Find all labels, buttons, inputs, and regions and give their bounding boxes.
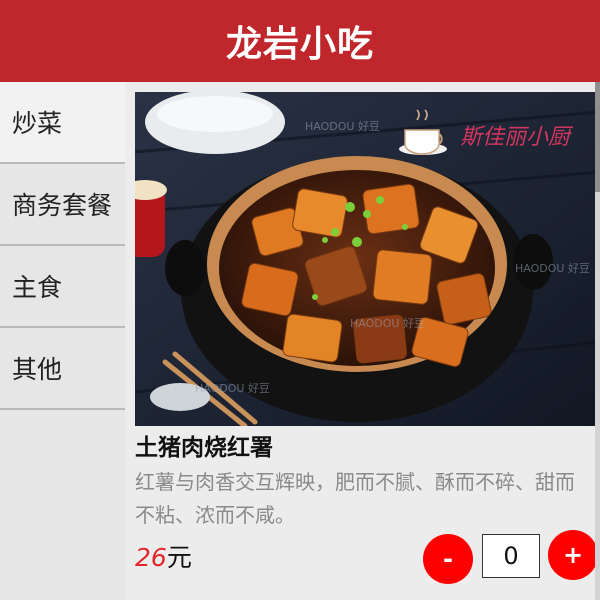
plus-icon: + — [562, 541, 584, 569]
dish-photo-image: 斯佳丽小厨 HAODOU 好豆 HAODOU 好豆 HAODOU 好豆 HAOD… — [135, 92, 600, 426]
dish-price: 26元 — [135, 538, 192, 574]
sidebar-item-stir-fry[interactable]: 炒菜 — [0, 82, 125, 164]
category-sidebar: 炒菜 商务套餐 主食 其他 — [0, 82, 125, 600]
minus-icon: - — [443, 545, 453, 573]
dish-list: 斯佳丽小厨 HAODOU 好豆 HAODOU 好豆 HAODOU 好豆 HAOD… — [125, 82, 600, 600]
photo-watermark: HAODOU 好豆 — [195, 381, 270, 395]
increase-quantity-button[interactable]: + — [548, 530, 598, 580]
scrollbar[interactable] — [595, 82, 600, 600]
sidebar-item-staple[interactable]: 主食 — [0, 246, 125, 328]
dish-description: 红薯与肉香交互辉映，肥而不腻、酥而不碎、甜而不粘、浓而不咸。 — [135, 470, 575, 527]
sidebar-item-other[interactable]: 其他 — [0, 328, 125, 410]
quantity-input[interactable] — [482, 534, 540, 578]
decrease-quantity-button[interactable]: - — [423, 534, 473, 584]
page-title: 龙岩小吃 — [225, 24, 374, 65]
photo-logo-text: 斯佳丽小厨 — [460, 125, 574, 150]
scrollbar-thumb[interactable] — [595, 82, 600, 192]
dish-name: 土猪肉烧红署 — [135, 435, 273, 461]
photo-watermark: HAODOU 好豆 — [350, 316, 425, 330]
sidebar-item-business-set[interactable]: 商务套餐 — [0, 164, 125, 246]
sidebar-item-label: 其他 — [12, 355, 63, 384]
price-unit: 元 — [166, 543, 192, 572]
sidebar-item-label: 炒菜 — [12, 109, 63, 138]
app-header: 龙岩小吃 — [0, 0, 600, 82]
price-value: 26 — [135, 543, 167, 572]
photo-watermark: HAODOU 好豆 — [305, 119, 380, 133]
dish-photo: 斯佳丽小厨 HAODOU 好豆 HAODOU 好豆 HAODOU 好豆 HAOD… — [135, 92, 600, 426]
sidebar-item-label: 商务套餐 — [12, 191, 113, 220]
sidebar-item-label: 主食 — [12, 273, 63, 302]
photo-watermark: HAODOU 好豆 — [515, 261, 590, 275]
